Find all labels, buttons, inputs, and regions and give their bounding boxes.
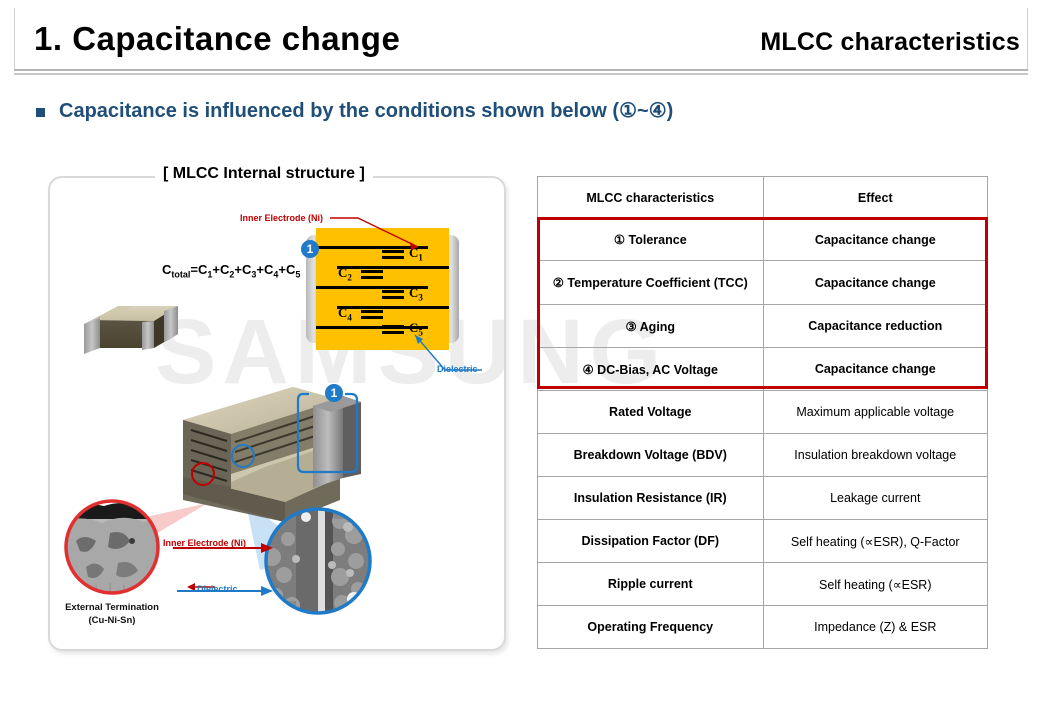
mlcc-chip-photo bbox=[84, 306, 178, 354]
row-characteristic: Rated Voltage bbox=[537, 390, 764, 434]
table-header-row: MLCC characteristics Effect bbox=[537, 176, 989, 219]
row-characteristic: ④ DC-Bias, AC Voltage bbox=[537, 347, 764, 391]
row-effect: Capacitance change bbox=[762, 218, 989, 261]
table-header-effect: Effect bbox=[762, 176, 989, 219]
table-row[interactable]: Insulation Resistance (IR) Leakage curre… bbox=[537, 476, 989, 520]
table-row[interactable]: ① Tolerance Capacitance change bbox=[537, 218, 989, 261]
bullet-square-icon bbox=[36, 107, 45, 117]
row-effect: Capacitance change bbox=[762, 260, 989, 305]
slide-canvas: SAMSUNG 1. Capacitance change MLCC chara… bbox=[0, 0, 1040, 720]
table-header-characteristics: MLCC characteristics bbox=[537, 176, 764, 219]
row-characteristic: ① Tolerance bbox=[537, 218, 764, 261]
row-effect: Leakage current bbox=[762, 476, 989, 520]
header-divider-top bbox=[14, 69, 1028, 71]
mlcc-characteristics-table: MLCC characteristics Effect ① Tolerance … bbox=[537, 176, 989, 649]
table-row[interactable]: ④ DC-Bias, AC Voltage Capacitance change bbox=[537, 347, 989, 391]
row-effect: Impedance (Z) & ESR bbox=[762, 605, 989, 649]
row-effect: Capacitance reduction bbox=[762, 304, 989, 348]
page-title: 1. Capacitance change bbox=[34, 20, 401, 57]
external-termination-label: External Termination (Cu-Ni-Sn) bbox=[62, 602, 162, 628]
row-characteristic: ③ Aging bbox=[537, 304, 764, 348]
dielectric-label-bottom: Dielectric bbox=[197, 584, 238, 594]
table-row[interactable]: Rated Voltage Maximum applicable voltage bbox=[537, 390, 989, 434]
row-effect: Maximum applicable voltage bbox=[762, 390, 989, 434]
inner-electrode-label-top: Inner Electrode (Ni) bbox=[240, 213, 324, 223]
panel-title-wrap: [ MLCC Internal structure ] bbox=[155, 165, 373, 183]
bullet-line: Capacitance is influenced by the conditi… bbox=[36, 98, 673, 123]
dielectric-label-top: Dielectric bbox=[437, 364, 478, 374]
table-row[interactable]: ③ Aging Capacitance reduction bbox=[537, 304, 989, 348]
table-row[interactable]: Ripple current Self heating (∝ESR) bbox=[537, 562, 989, 606]
sem-external-termination bbox=[64, 499, 160, 595]
row-characteristic: Ripple current bbox=[537, 562, 764, 606]
row-effect: Insulation breakdown voltage bbox=[762, 433, 989, 477]
marker-badge-1-cutaway: 1 bbox=[325, 384, 343, 402]
row-characteristic: Operating Frequency bbox=[537, 605, 764, 649]
row-effect: Self heating (∝ESR) bbox=[762, 562, 989, 606]
row-effect: Self heating (∝ESR), Q-Factor bbox=[762, 519, 989, 563]
row-characteristic: ② Temperature Coefficient (TCC) bbox=[537, 260, 764, 305]
table-row[interactable]: ② Temperature Coefficient (TCC) Capacita… bbox=[537, 260, 989, 305]
table-row[interactable]: Operating Frequency Impedance (Z) & ESR bbox=[537, 605, 989, 649]
row-characteristic: Insulation Resistance (IR) bbox=[537, 476, 764, 520]
inner-electrode-label-bottom: Inner Electrode (Ni) bbox=[163, 538, 247, 548]
header-subtitle: MLCC characteristics bbox=[760, 28, 1020, 56]
table-row[interactable]: Dissipation Factor (DF) Self heating (∝E… bbox=[537, 519, 989, 563]
panel-title: [ MLCC Internal structure ] bbox=[163, 165, 365, 182]
marker-badge-1-schematic: 1 bbox=[301, 240, 319, 258]
row-characteristic: Breakdown Voltage (BDV) bbox=[537, 433, 764, 477]
row-effect: Capacitance change bbox=[762, 347, 989, 391]
header-divider-bottom bbox=[14, 73, 1028, 75]
table-row[interactable]: Breakdown Voltage (BDV) Insulation break… bbox=[537, 433, 989, 477]
external-termination-line1: External Termination bbox=[65, 602, 159, 613]
external-termination-line2: (Cu-Ni-Sn) bbox=[88, 614, 136, 626]
row-characteristic: Dissipation Factor (DF) bbox=[537, 519, 764, 563]
slide-header: 1. Capacitance change MLCC characteristi… bbox=[14, 8, 1028, 68]
bullet-text: Capacitance is influenced by the conditi… bbox=[59, 100, 674, 122]
